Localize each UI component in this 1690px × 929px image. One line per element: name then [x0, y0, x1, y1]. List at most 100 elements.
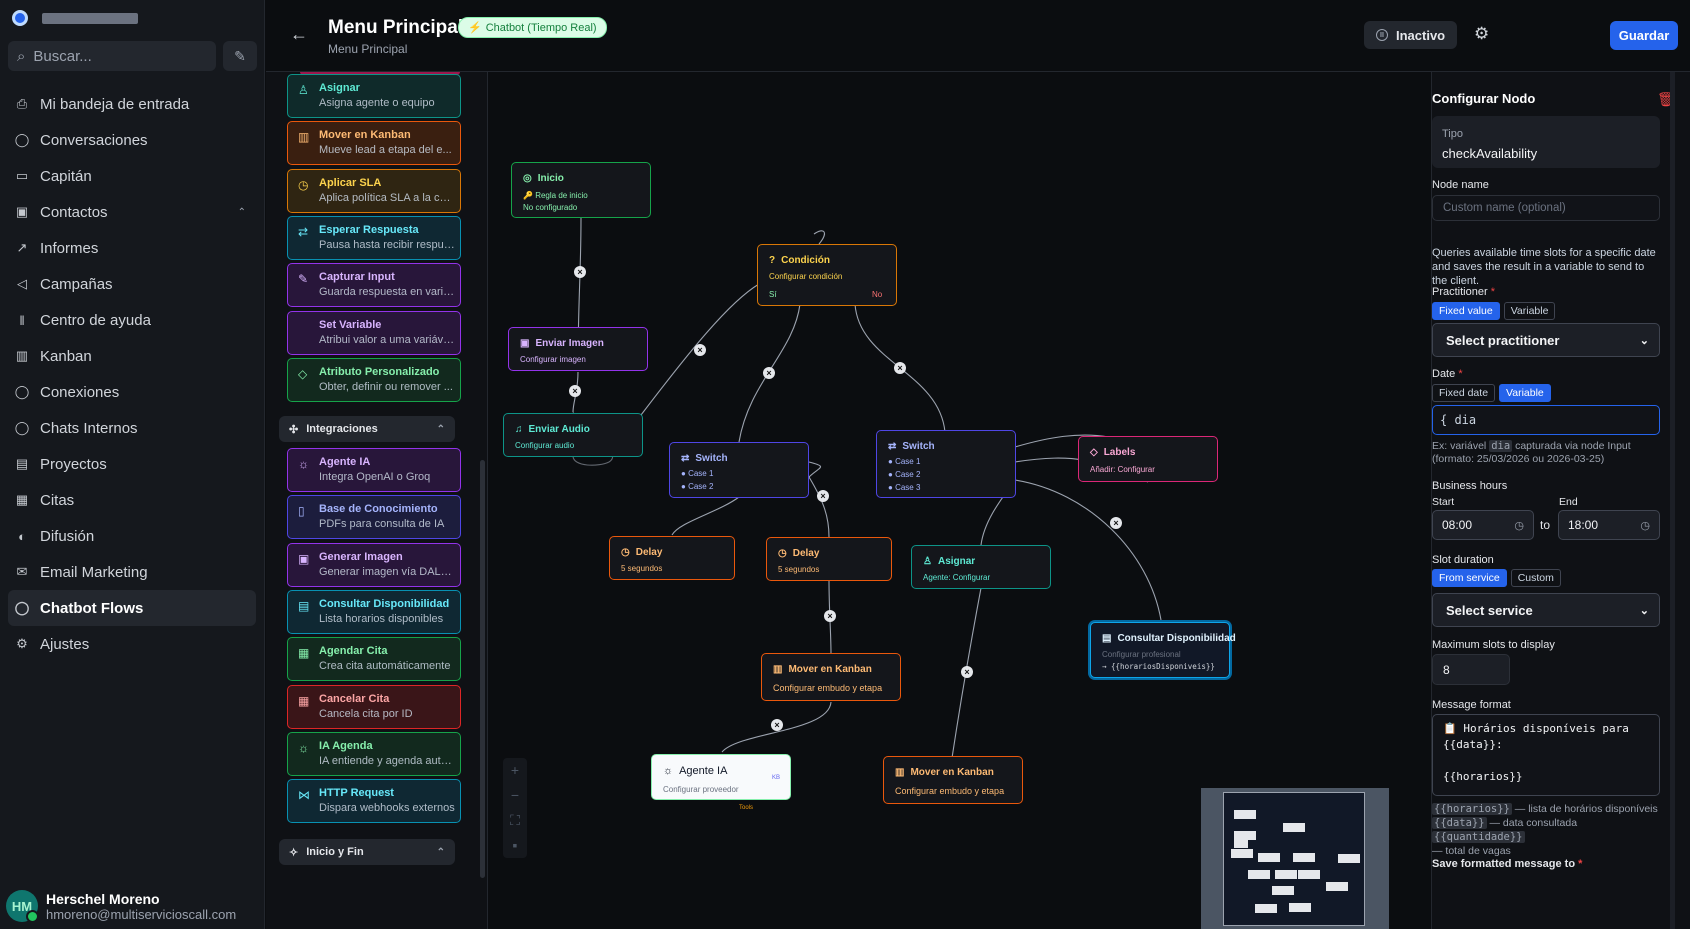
- node-name-input[interactable]: Custom name (optional): [1432, 195, 1660, 221]
- sidebar-item-ajustes[interactable]: ⚙ Ajustes: [8, 626, 256, 662]
- palette-item-agente-ia[interactable]: ☼ Agente IA Integra OpenAI o Groq: [287, 448, 461, 492]
- palette-item-set-variable[interactable]: Set Variable Atribui valor a uma variáve.…: [287, 310, 461, 355]
- zoom-out-button[interactable]: −: [503, 783, 527, 808]
- sidebar-item-chats-internos[interactable]: ◯ Chats Internos: [8, 410, 256, 446]
- palette-item-generar-imagen[interactable]: ▣ Generar Imagen Generar imagen vía DALL-E…: [287, 542, 461, 587]
- fixed-value-toggle[interactable]: Fixed value: [1432, 302, 1500, 320]
- palette-item-ia-agenda[interactable]: ☼ IA Agenda IA entiende y agenda auto...: [287, 731, 461, 776]
- palette-item-title: IA Agenda: [319, 739, 373, 752]
- sidebar-item-capit-n[interactable]: ▭ Capitán: [8, 158, 256, 194]
- minimap[interactable]: [1201, 788, 1389, 929]
- node-delay-2[interactable]: ◷ Delay 5 segundos: [766, 537, 892, 581]
- node-labels[interactable]: ◇ Labels Añadir: Configurar: [1078, 436, 1218, 482]
- required-marker: *: [1458, 368, 1463, 380]
- calendar-x-icon: ▦: [298, 693, 310, 708]
- node-enviar-imagen[interactable]: ▣ Enviar Imagen Configurar imagen: [508, 327, 648, 371]
- group-integraciones[interactable]: ✣ Integraciones ⌃: [279, 416, 455, 442]
- chevron-down-icon: ⌄: [1639, 604, 1649, 617]
- service-select[interactable]: Select service ⌄: [1432, 593, 1660, 627]
- delete-edge-button[interactable]: ×: [771, 719, 783, 731]
- start-label: Start: [1432, 496, 1455, 508]
- sidebar-item-kanban[interactable]: ▥ Kanban: [8, 338, 256, 374]
- start-time-input[interactable]: 08:00 ◷: [1432, 510, 1534, 540]
- sidebar-item-conversaciones[interactable]: ◯ Conversaciones: [8, 122, 256, 158]
- message-format-textarea[interactable]: 📋 Horários disponíveis para {{data}}: {{…: [1432, 714, 1660, 796]
- date-variable-input[interactable]: { dia: [1432, 405, 1660, 435]
- palette-scrollbar[interactable]: [480, 460, 485, 878]
- node-consultar-disponibilidad[interactable]: ▤ Consultar Disponibilidad Configurar pro…: [1090, 622, 1236, 678]
- delete-edge-button[interactable]: ×: [763, 367, 775, 379]
- user-profile[interactable]: HM Herschel Moreno hmoreno@multiservicio…: [6, 890, 236, 923]
- search-input[interactable]: Buscar...: [33, 48, 91, 65]
- panel-scrollbar[interactable]: [1670, 72, 1675, 929]
- palette-item-capturar-input[interactable]: ✎ Capturar Input Guarda respuesta en varia…: [287, 263, 461, 308]
- fit-view-button[interactable]: ⛶: [503, 808, 527, 833]
- to-label: to: [1540, 518, 1551, 532]
- practitioner-select[interactable]: Select practitioner ⌄: [1432, 323, 1660, 357]
- delete-edge-button[interactable]: ×: [1110, 517, 1122, 529]
- node-delay-1[interactable]: ◷ Delay 5 segundos: [609, 536, 735, 580]
- sidebar-item-difusi-n[interactable]: ◐ Difusión: [8, 518, 256, 554]
- tipo-label: Tipo: [1442, 128, 1463, 140]
- node-mover-kanban-2[interactable]: ▥ Mover en Kanban Configurar embudo y eta…: [883, 756, 1023, 804]
- save-button[interactable]: Guardar: [1610, 21, 1678, 50]
- sidebar-item-conexiones[interactable]: ◯ Conexiones: [8, 374, 256, 410]
- sidebar-item-mi-bandeja-de-entrada[interactable]: ⎙ Mi bandeja de entrada: [8, 86, 256, 122]
- sidebar-item-campa-as[interactable]: ◁ Campañas: [8, 266, 256, 302]
- avatar[interactable]: HM: [6, 890, 39, 923]
- palette-item-aplicar-sla[interactable]: ◷ Aplicar SLA Aplica política SLA a la con…: [287, 168, 461, 213]
- palette-item-asignar[interactable]: ♙ Asignar Asigna agente o equipo: [287, 74, 461, 118]
- palette-item-cancelar-cita[interactable]: ▦ Cancelar Cita Cancela cita por ID: [287, 684, 461, 729]
- end-time-input[interactable]: 18:00 ◷: [1558, 510, 1660, 540]
- node-mover-kanban-1[interactable]: ▥ Mover en Kanban Configurar embudo y eta…: [761, 653, 901, 701]
- palette-item-agendar-cita[interactable]: ▦ Agendar Cita Crea cita automáticamente: [287, 637, 461, 682]
- variable-toggle[interactable]: Variable: [1499, 384, 1551, 402]
- sidebar-item-contactos[interactable]: ▣ Contactos ⌃: [8, 194, 256, 230]
- delete-edge-button[interactable]: ×: [574, 266, 586, 278]
- delete-edge-button[interactable]: ×: [569, 385, 581, 397]
- sidebar-item-centro-de-ayuda[interactable]: ‖ Centro de ayuda: [8, 302, 256, 338]
- palette-item-atributo-personalizado[interactable]: ◇ Atributo Personalizado Obter, definir ou…: [287, 357, 461, 402]
- node-condicion[interactable]: ? Condición Configurar condición Sí No: [757, 244, 897, 306]
- palette-item-esperar-respuesta[interactable]: ⇄ Esperar Respuesta Pausa hasta recibir re…: [287, 215, 461, 260]
- gear-icon[interactable]: ⚙: [1474, 24, 1489, 44]
- palette-item-mover-en-kanban[interactable]: ▥ Mover en Kanban Mueve lead a etapa del e…: [287, 121, 461, 166]
- from-service-toggle[interactable]: From service: [1432, 569, 1507, 587]
- node-agente-ia[interactable]: ☼ Agente IA Configurar proveedor KB Tools: [651, 754, 791, 811]
- max-slots-label: Maximum slots to display: [1432, 639, 1555, 651]
- delete-edge-button[interactable]: ×: [694, 344, 706, 356]
- custom-toggle[interactable]: Custom: [1510, 569, 1561, 587]
- delete-edge-button[interactable]: ×: [817, 490, 829, 502]
- delete-edge-button[interactable]: ×: [961, 666, 973, 678]
- zoom-in-button[interactable]: +: [503, 758, 527, 783]
- lock-icon[interactable]: ▪: [503, 833, 527, 858]
- sidebar-item-citas[interactable]: ▦ Citas: [8, 482, 256, 518]
- sidebar-item-email-marketing[interactable]: ✉ Email Marketing: [8, 554, 256, 590]
- inactive-toggle[interactable]: II Inactivo: [1364, 21, 1458, 49]
- node-switch-1[interactable]: ⇄ Switch ● Case 1 ● Case 2: [669, 442, 809, 498]
- account-switcher[interactable]: [12, 10, 138, 26]
- practitioner-mode: Fixed value Variable: [1432, 302, 1556, 320]
- sidebar-item-informes[interactable]: ↗ Informes: [8, 230, 256, 266]
- sidebar-item-chatbot-flows[interactable]: ◯ Chatbot Flows: [8, 590, 256, 626]
- node-asignar[interactable]: ♙ Asignar Agente: Configurar: [911, 545, 1051, 589]
- node-enviar-audio[interactable]: ♫ Enviar Audio Configurar audio: [503, 413, 643, 457]
- sidebar-item-proyectos[interactable]: ▤ Proyectos: [8, 446, 256, 482]
- group-inicio-y-fin[interactable]: ✧ Inicio y Fin ⌃: [279, 839, 455, 865]
- palette-item-base-de-conocimiento[interactable]: ▯ Base de Conocimiento PDFs para consulta …: [287, 495, 461, 540]
- mail-icon: ✉: [16, 564, 28, 579]
- compose-button[interactable]: ✎: [223, 41, 257, 71]
- variable-toggle[interactable]: Variable: [1503, 302, 1556, 320]
- flow-canvas[interactable]: × × × × × × × × × × ◎ Inicio 🔑 Regla de i…: [489, 72, 1430, 929]
- sidebar: ⌕ Buscar... ✎ ⎙ Mi bandeja de entrada ◯ Con…: [0, 0, 265, 929]
- palette-item-http-request[interactable]: ⋈ HTTP Request Dispara webhooks externos: [287, 779, 461, 824]
- delete-edge-button[interactable]: ×: [824, 610, 836, 622]
- back-arrow-icon[interactable]: ←: [290, 24, 308, 45]
- fixed-date-toggle[interactable]: Fixed date: [1432, 384, 1496, 402]
- node-inicio[interactable]: ◎ Inicio 🔑 Regla de inicio No configurado: [511, 162, 651, 218]
- max-slots-input[interactable]: 8: [1432, 654, 1510, 685]
- search-bar[interactable]: ⌕ Buscar...: [8, 41, 216, 71]
- palette-item-consultar-disponibilidad[interactable]: ▤ Consultar Disponibilidad Lista horarios …: [287, 589, 461, 634]
- delete-edge-button[interactable]: ×: [894, 362, 906, 374]
- node-switch-2[interactable]: ⇄ Switch ● Case 1 ● Case 2 ● Case 3: [876, 430, 1016, 498]
